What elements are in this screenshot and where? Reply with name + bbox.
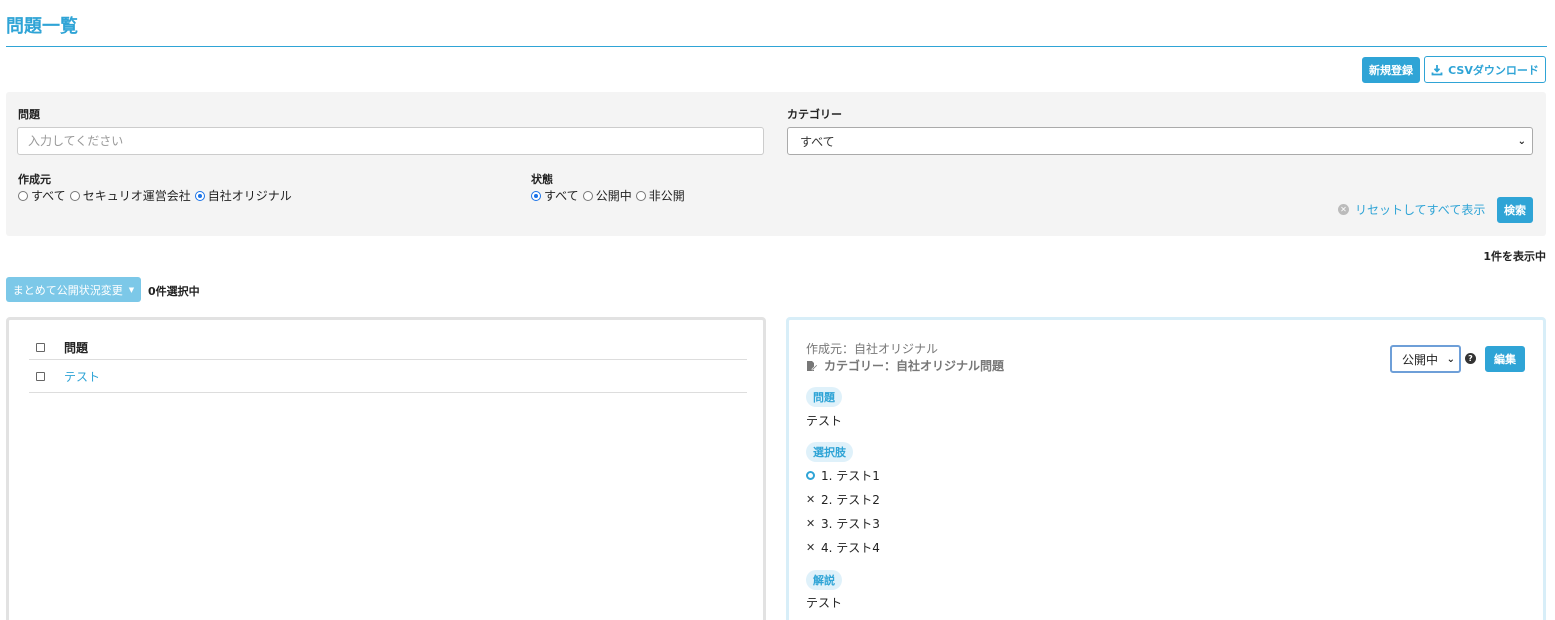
list-header: 問題 — [29, 336, 747, 360]
incorrect-x-icon: ✕ — [806, 517, 816, 530]
category-select[interactable]: すべて ⌄ — [787, 127, 1533, 155]
question-search-input[interactable] — [17, 127, 764, 155]
choice-item: 1. テスト1 — [806, 467, 880, 484]
incorrect-x-icon: ✕ — [806, 493, 816, 506]
publish-status-select[interactable]: 公開中 ⌄ — [1390, 345, 1461, 373]
search-button[interactable]: 検索 — [1497, 197, 1533, 223]
question-label: 問題 — [18, 108, 40, 121]
download-icon — [1431, 64, 1443, 75]
csv-download-button[interactable]: CSVダウンロード — [1424, 56, 1546, 83]
selected-count: 0件選択中 — [148, 285, 200, 298]
status-option-all[interactable]: すべて — [531, 187, 579, 204]
question-text: テスト — [806, 414, 843, 428]
caret-down-icon: ▼ — [128, 285, 135, 294]
detail-creator: 作成元：自社オリジナル — [806, 342, 939, 356]
new-register-button[interactable]: 新規登録 — [1362, 57, 1420, 83]
choice-item: ✕ 4. テスト4 — [806, 541, 880, 555]
select-all-checkbox[interactable] — [36, 343, 45, 352]
chevron-down-icon: ⌄ — [1446, 353, 1455, 365]
choice-item: ✕ 3. テスト3 — [806, 517, 880, 531]
page-title: 問題一覧 — [6, 16, 78, 37]
question-detail-panel: 作成元：自社オリジナル カテゴリー：自社オリジナル問題 公開中 ⌄ ? 編集 問… — [786, 317, 1546, 620]
result-count: 1件を表示中 — [1483, 250, 1546, 263]
chevron-down-icon: ⌄ — [1517, 135, 1526, 147]
choice-item: ✕ 2. テスト2 — [806, 493, 880, 507]
edit-button[interactable]: 編集 — [1485, 346, 1525, 372]
radio-icon — [18, 190, 28, 201]
choices-tag: 選択肢 — [806, 442, 853, 462]
question-list-panel: 問題 テスト — [6, 317, 766, 620]
explanation-text: テスト — [806, 596, 843, 610]
status-option-private[interactable]: 非公開 — [635, 187, 685, 204]
help-icon[interactable]: ? — [1465, 353, 1476, 364]
correct-circle-icon — [806, 471, 815, 480]
incorrect-x-icon: ✕ — [806, 541, 816, 554]
creator-option-original[interactable]: 自社オリジナル — [194, 187, 292, 204]
category-selected-value: すべて — [800, 134, 835, 149]
status-label: 状態 — [531, 173, 553, 186]
reset-label: リセットしてすべて表示 — [1355, 203, 1486, 217]
radio-selected-icon — [531, 190, 541, 201]
edit-document-icon — [807, 360, 818, 371]
status-option-public[interactable]: 公開中 — [582, 187, 632, 204]
category-label: カテゴリー — [787, 108, 842, 121]
search-panel: 問題 カテゴリー すべて ⌄ 作成元 すべて セキュリオ運営会社 自社オリジナル… — [6, 92, 1546, 236]
creator-option-operator[interactable]: セキュリオ運営会社 — [69, 187, 191, 204]
list-header-question: 問題 — [64, 341, 89, 355]
row-checkbox[interactable] — [36, 371, 45, 381]
question-tag: 問題 — [806, 387, 842, 407]
reset-link[interactable]: ✕ リセットしてすべて表示 — [1338, 201, 1485, 218]
title-divider — [6, 46, 1547, 47]
radio-icon — [635, 190, 646, 201]
detail-category: カテゴリー：自社オリジナル問題 — [806, 357, 1004, 374]
status-radio-group: すべて 公開中 非公開 — [531, 187, 689, 204]
table-row[interactable]: テスト — [29, 360, 747, 393]
creator-label: 作成元 — [18, 173, 51, 186]
bulk-status-change-button[interactable]: まとめて公開状況変更 ▼ — [6, 277, 141, 302]
bulk-status-label: まとめて公開状況変更 — [12, 283, 123, 297]
row-title-link[interactable]: テスト — [64, 368, 100, 385]
radio-selected-icon — [194, 190, 205, 201]
radio-icon — [582, 190, 593, 201]
csv-download-label: CSVダウンロード — [1448, 63, 1539, 77]
explanation-tag: 解説 — [806, 570, 842, 590]
creator-radio-group: すべて セキュリオ運営会社 自社オリジナル — [18, 187, 296, 204]
close-circle-icon: ✕ — [1338, 204, 1349, 215]
status-selected-value: 公開中 — [1402, 352, 1439, 367]
creator-option-all[interactable]: すべて — [18, 187, 66, 204]
radio-icon — [69, 190, 80, 201]
